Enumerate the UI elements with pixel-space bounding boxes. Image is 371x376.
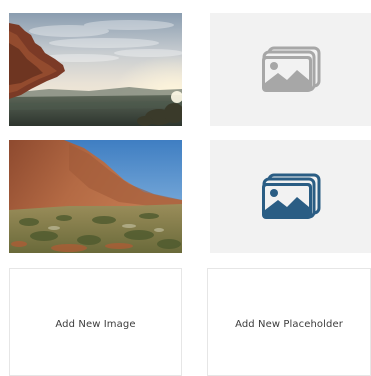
cliff-sunset-photo	[9, 13, 182, 126]
image-placeholder-icon	[261, 46, 320, 92]
image-gallery-grid: Add New Image Add New Placeholder	[0, 0, 371, 376]
red-rock-desert-photo	[9, 140, 182, 253]
add-new-placeholder-button[interactable]: Add New Placeholder	[207, 268, 371, 376]
placeholder-tile-empty[interactable]	[210, 13, 371, 126]
image-placeholder-icon	[261, 173, 320, 219]
photo-tile-cliff[interactable]	[9, 13, 182, 126]
add-new-image-button[interactable]: Add New Image	[9, 268, 182, 376]
add-new-image-label: Add New Image	[55, 319, 136, 330]
photo-tile-desert[interactable]	[9, 140, 182, 253]
placeholder-tile-selected[interactable]	[210, 140, 371, 253]
add-new-placeholder-label: Add New Placeholder	[235, 319, 343, 330]
